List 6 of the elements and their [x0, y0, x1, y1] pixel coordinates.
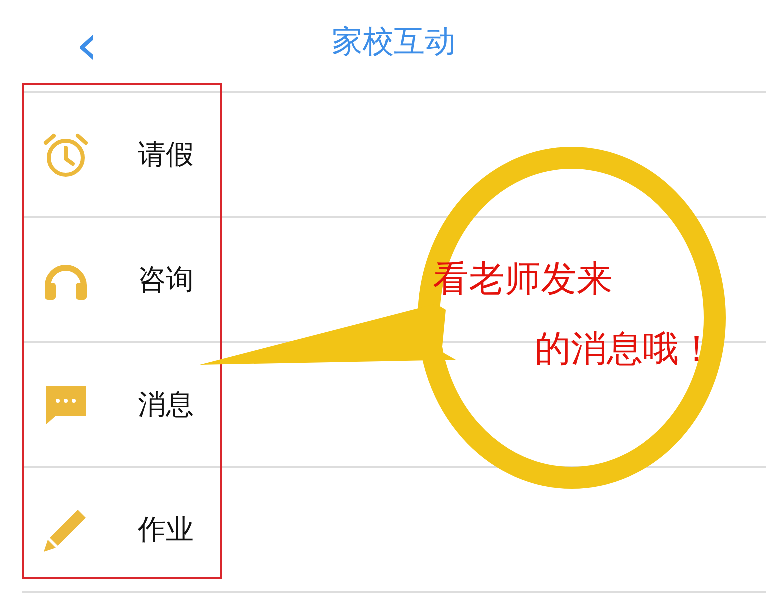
menu-item[interactable]: 咨询: [138, 258, 194, 300]
menu-item[interactable]: 作业: [138, 508, 194, 550]
page-title: 家校互动: [332, 24, 456, 62]
menu-item[interactable]: 请假: [138, 134, 194, 176]
callout-text: 的消息哦！: [535, 328, 715, 372]
menu-item[interactable]: 消息: [138, 384, 194, 426]
